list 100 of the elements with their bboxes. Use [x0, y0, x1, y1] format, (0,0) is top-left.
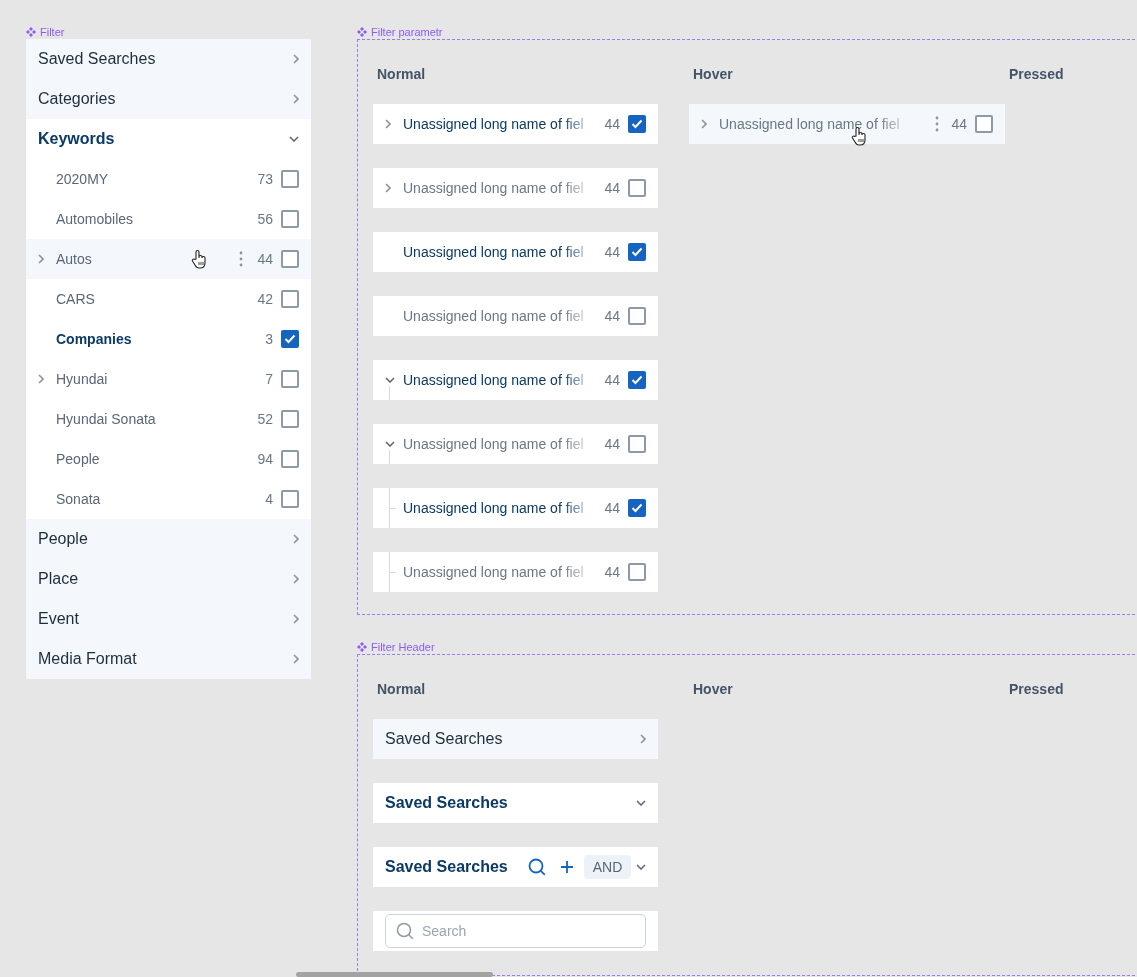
- count-label: 44: [604, 116, 620, 132]
- chevron-down-icon: [385, 441, 395, 447]
- checkbox[interactable]: [281, 370, 299, 388]
- chevron-right-icon: [293, 54, 299, 64]
- checkbox[interactable]: [628, 307, 646, 325]
- column-heading: Pressed: [1008, 65, 1065, 84]
- search-field[interactable]: Search: [385, 914, 646, 948]
- keyword-row[interactable]: Hyundai Sonata 52: [26, 399, 311, 439]
- section-header[interactable]: Saved Searches: [26, 39, 311, 79]
- check-icon: [631, 375, 643, 385]
- filter-row[interactable]: Unassigned long name of fiel 44: [373, 232, 658, 272]
- filter-row-label: Unassigned long name of fiel: [403, 500, 584, 516]
- count-label: 44: [604, 308, 620, 324]
- search-icon[interactable]: [527, 858, 546, 876]
- checkbox[interactable]: [628, 563, 646, 581]
- keyword-row[interactable]: Autos 44: [26, 239, 311, 279]
- plus-icon[interactable]: [559, 860, 574, 874]
- checkbox[interactable]: [281, 170, 299, 188]
- filter-row[interactable]: Unassigned long name of fiel 44: [373, 424, 658, 464]
- keyword-row[interactable]: People 94: [26, 439, 311, 479]
- keyword-label: Companies: [56, 331, 132, 347]
- filter-row-label: Unassigned long name of fiel: [403, 564, 584, 580]
- check-icon: [631, 503, 643, 513]
- expand-chevron-icon[interactable]: [38, 374, 44, 384]
- section-header[interactable]: Place: [26, 559, 311, 599]
- keyword-label: 2020MY: [56, 171, 109, 187]
- filter-row[interactable]: Unassigned long name of fiel 44: [373, 552, 658, 592]
- checkbox[interactable]: [628, 499, 646, 517]
- filter-header[interactable]: Saved Searches: [373, 719, 658, 759]
- checkbox[interactable]: [281, 210, 299, 228]
- checkbox[interactable]: [281, 490, 299, 508]
- count-label: 7: [265, 371, 273, 387]
- chevron-down-icon: [636, 864, 646, 870]
- chevron-right-icon: [293, 614, 299, 624]
- keyword-label: Hyundai Sonata: [56, 411, 156, 427]
- checkbox[interactable]: [281, 330, 299, 348]
- keyword-row[interactable]: Sonata 4: [26, 479, 311, 519]
- keyword-row[interactable]: Companies 3: [26, 319, 311, 359]
- section-header[interactable]: People: [26, 519, 311, 559]
- checkbox[interactable]: [281, 450, 299, 468]
- keyword-label: Automobiles: [56, 211, 134, 227]
- component-icon: [357, 641, 367, 652]
- check-icon: [284, 334, 296, 344]
- section-header[interactable]: Event: [26, 599, 311, 639]
- frame-title: Filter parametr: [371, 25, 443, 38]
- keyword-label: Hyundai: [56, 371, 108, 387]
- chevron-right-icon: [385, 119, 391, 129]
- chevron-down-icon: [289, 136, 299, 142]
- keyword-row[interactable]: 2020MY 73: [26, 159, 311, 199]
- chevron-right-icon: [293, 654, 299, 664]
- keyword-row[interactable]: Hyundai 7: [26, 359, 311, 399]
- filter-row[interactable]: Unassigned long name of fiel 44: [373, 360, 658, 400]
- checkbox[interactable]: [281, 410, 299, 428]
- checkbox[interactable]: [975, 115, 993, 133]
- checkbox[interactable]: [281, 290, 299, 308]
- count-label: 4: [265, 491, 273, 507]
- check-icon: [631, 119, 643, 129]
- count-label: 44: [604, 564, 620, 580]
- checkbox[interactable]: [628, 371, 646, 389]
- kebab-menu-icon[interactable]: [239, 251, 244, 267]
- filter-row[interactable]: Unassigned long name of fiel 44: [373, 168, 658, 208]
- keyword-label: CARS: [56, 291, 95, 307]
- operator-toggle[interactable]: AND: [583, 855, 632, 879]
- filter-row[interactable]: Unassigned long name of fiel 44: [373, 104, 658, 144]
- kebab-menu-icon[interactable]: [935, 116, 940, 132]
- scrollbar[interactable]: [296, 972, 493, 977]
- section-header[interactable]: Categories: [26, 79, 311, 119]
- chevron-right-icon: [293, 94, 299, 104]
- count-label: 44: [604, 436, 620, 452]
- header-title[interactable]: Saved Searches: [385, 858, 508, 876]
- chevron-right-icon: [293, 574, 299, 584]
- frame-title: Filter: [40, 25, 65, 38]
- count-label: 44: [951, 116, 967, 132]
- expand-chevron-icon[interactable]: [38, 254, 44, 264]
- keyword-row[interactable]: Automobiles 56: [26, 199, 311, 239]
- check-icon: [631, 247, 643, 257]
- keyword-row[interactable]: CARS 42: [26, 279, 311, 319]
- column-heading: Hover: [692, 680, 734, 699]
- count-label: 44: [257, 251, 273, 267]
- component-icon: [357, 26, 367, 37]
- section-header[interactable]: Media Format: [26, 639, 311, 679]
- count-label: 3: [265, 331, 273, 347]
- checkbox[interactable]: [628, 179, 646, 197]
- filter-row[interactable]: Unassigned long name of fiel 44: [689, 104, 1005, 144]
- tree-line: [389, 386, 390, 400]
- column-heading: Normal: [376, 680, 427, 699]
- checkbox[interactable]: [628, 435, 646, 453]
- chevron-right-icon: [640, 734, 646, 744]
- filter-header[interactable]: Saved Searches: [373, 783, 658, 823]
- tree-line: [389, 552, 390, 592]
- filter-row-label: Unassigned long name of fiel: [403, 244, 584, 260]
- checkbox[interactable]: [628, 243, 646, 261]
- filter-row[interactable]: Unassigned long name of fiel 44: [373, 488, 658, 528]
- checkbox[interactable]: [628, 115, 646, 133]
- checkbox[interactable]: [281, 250, 299, 268]
- count-label: 42: [257, 291, 273, 307]
- column-heading: Normal: [376, 65, 427, 84]
- chevron-right-icon: [293, 534, 299, 544]
- chevron-right-icon: [385, 183, 391, 193]
- filter-row[interactable]: Unassigned long name of fiel 44: [373, 296, 658, 336]
